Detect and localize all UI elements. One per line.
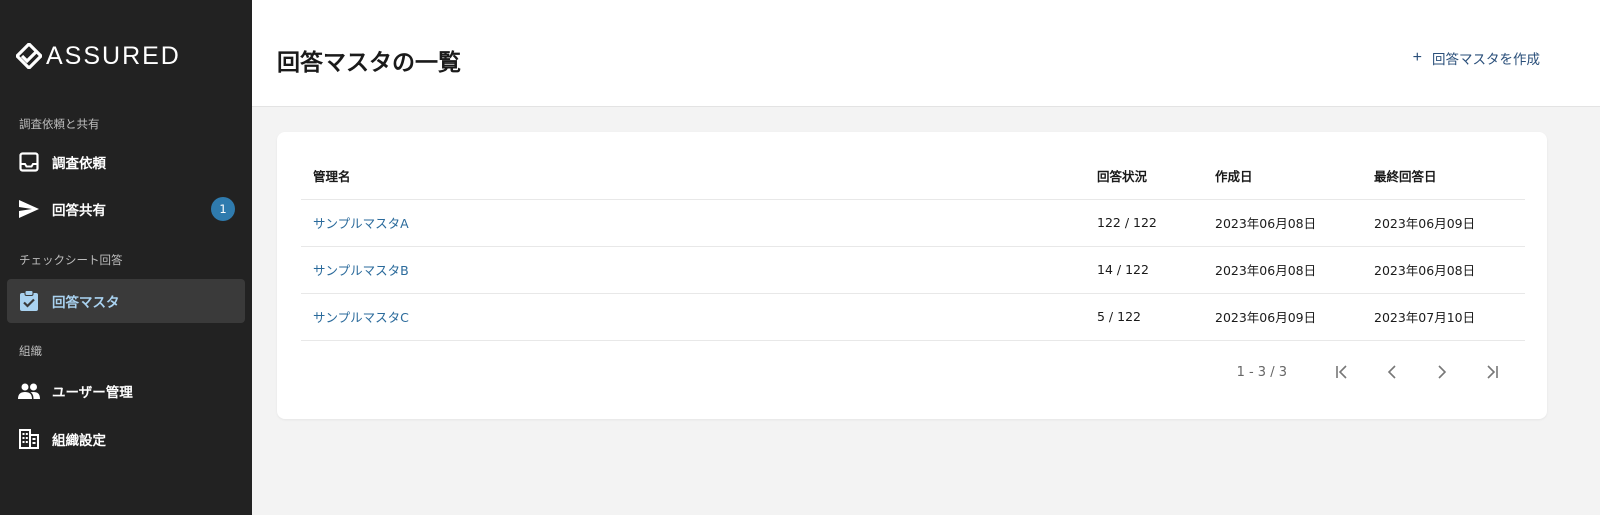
master-name-link[interactable]: サンプルマスタB [301, 246, 1085, 294]
created-date: 2023年06月09日 [1203, 293, 1362, 341]
created-date: 2023年06月08日 [1203, 199, 1362, 247]
table-row[interactable]: サンプルマスタC 5 / 122 2023年06月09日 2023年07月10日 [301, 293, 1525, 341]
table-row[interactable]: サンプルマスタB 14 / 122 2023年06月08日 2023年06月08… [301, 246, 1525, 294]
section-label-organization: 組織 [19, 344, 42, 358]
column-header-created: 作成日 [1203, 152, 1362, 200]
table-header-row: 管理名 回答状況 作成日 最終回答日 [301, 152, 1525, 200]
sidebar-item-organization-settings[interactable]: 組織設定 [7, 417, 245, 461]
clipboard-check-icon [18, 290, 40, 312]
notification-badge: 1 [211, 197, 235, 221]
sidebar-item-user-management[interactable]: ユーザー管理 [7, 369, 245, 413]
sidebar-item-label: 回答共有 [52, 203, 106, 219]
next-page-button[interactable] [1417, 362, 1467, 382]
chevron-right-icon [1438, 365, 1447, 379]
send-icon [18, 198, 40, 220]
sidebar-item-label: 調査依頼 [52, 156, 106, 172]
last-answered-date: 2023年06月09日 [1362, 199, 1525, 247]
first-page-icon [1336, 365, 1347, 379]
master-name-link[interactable]: サンプルマスタA [301, 199, 1085, 247]
first-page-button[interactable] [1317, 362, 1367, 382]
create-answer-master-button[interactable]: + 回答マスタを作成 [1413, 46, 1540, 70]
sidebar-item-label: 組織設定 [52, 433, 106, 449]
logo-text: ASSURED [46, 41, 181, 70]
page-title: 回答マスタの一覧 [277, 50, 461, 76]
answer-master-table: 管理名 回答状況 作成日 最終回答日 サンプルマスタA 122 / 122 20… [301, 152, 1525, 341]
table-row[interactable]: サンプルマスタA 122 / 122 2023年06月08日 2023年06月0… [301, 199, 1525, 247]
plus-icon: + [1412, 49, 1422, 66]
inbox-icon [18, 151, 40, 173]
previous-page-button[interactable] [1367, 362, 1417, 382]
app-root: ASSURED 調査依頼と共有 調査依頼 回答共有 1 チェックシート回答 回答… [0, 0, 1600, 515]
column-header-name: 管理名 [301, 152, 1085, 200]
last-page-button[interactable] [1467, 362, 1517, 382]
chevron-left-icon [1387, 365, 1396, 379]
sidebar-item-label: 回答マスタ [52, 295, 120, 311]
created-date: 2023年06月08日 [1203, 246, 1362, 294]
section-label-requests: 調査依頼と共有 [19, 117, 100, 131]
answer-status: 14 / 122 [1085, 246, 1203, 294]
people-icon [18, 380, 40, 402]
last-page-icon [1487, 365, 1498, 379]
answer-status: 5 / 122 [1085, 293, 1203, 341]
logo-mark-icon [16, 43, 42, 69]
sidebar-item-survey-requests[interactable]: 調査依頼 [7, 140, 245, 184]
answer-status: 122 / 122 [1085, 199, 1203, 247]
master-name-link[interactable]: サンプルマスタC [301, 293, 1085, 341]
column-header-last-answered: 最終回答日 [1362, 152, 1525, 200]
pagination: 1 - 3 / 3 [1237, 362, 1517, 382]
create-button-label: 回答マスタを作成 [1432, 52, 1540, 67]
sidebar-item-label: ユーザー管理 [52, 385, 133, 401]
building-icon [18, 428, 40, 450]
logo[interactable]: ASSURED [16, 40, 181, 72]
last-answered-date: 2023年07月10日 [1362, 293, 1525, 341]
page-header: 回答マスタの一覧 + 回答マスタを作成 [252, 0, 1600, 107]
sidebar: ASSURED 調査依頼と共有 調査依頼 回答共有 1 チェックシート回答 回答… [0, 0, 252, 515]
page-range-info: 1 - 3 / 3 [1236, 364, 1287, 380]
last-answered-date: 2023年06月08日 [1362, 246, 1525, 294]
answer-master-table-card: 管理名 回答状況 作成日 最終回答日 サンプルマスタA 122 / 122 20… [277, 132, 1547, 419]
section-label-checksheet: チェックシート回答 [19, 253, 123, 267]
sidebar-item-answer-sharing[interactable]: 回答共有 1 [7, 187, 245, 231]
sidebar-item-answer-master[interactable]: 回答マスタ [7, 279, 245, 323]
column-header-status: 回答状況 [1085, 152, 1203, 200]
main-content: 回答マスタの一覧 + 回答マスタを作成 管理名 回答状況 作成日 最終回答日 サ… [252, 0, 1600, 515]
